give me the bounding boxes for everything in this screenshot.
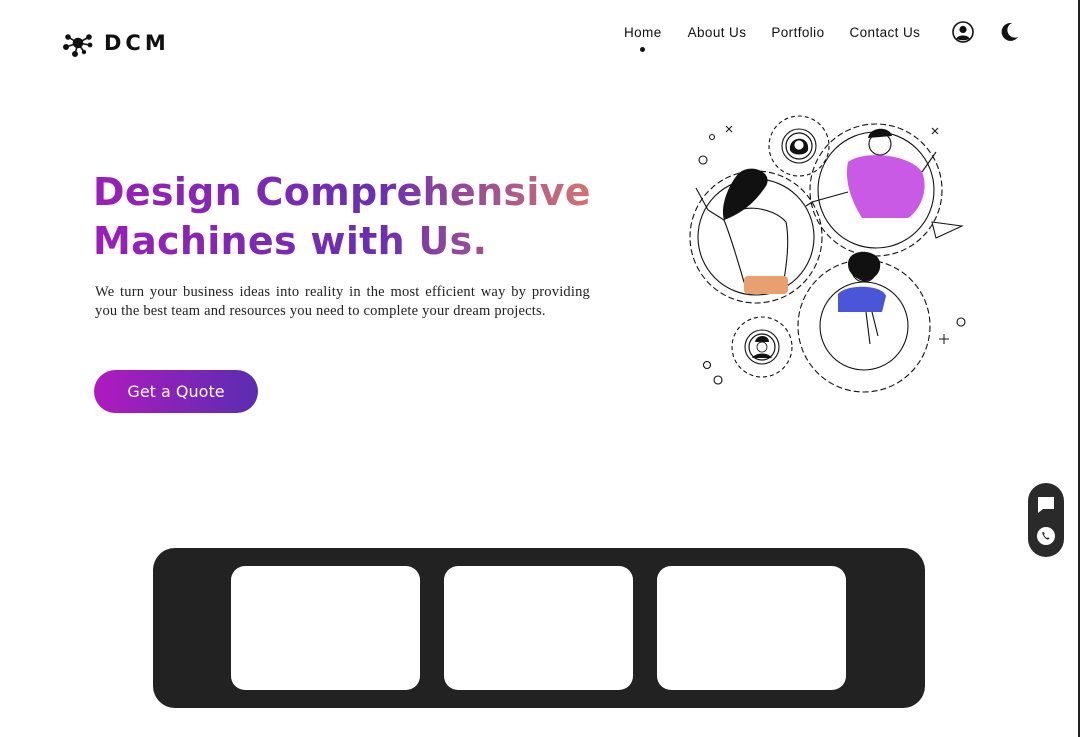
nav-about-us[interactable]: About Us xyxy=(688,24,747,40)
nav-contact-us[interactable]: Contact Us xyxy=(849,24,920,40)
molecule-icon xyxy=(62,34,93,57)
nav-portfolio[interactable]: Portfolio xyxy=(771,24,824,40)
cards-band xyxy=(153,548,925,708)
logo-text: DCM xyxy=(104,31,170,55)
main-nav: Home About Us Portfolio Contact Us xyxy=(624,24,920,52)
nav-portfolio-label: Portfolio xyxy=(771,25,825,40)
avatar-man xyxy=(748,333,776,361)
hero-title: Design Comprehensive Machines with Us. xyxy=(93,168,613,266)
avatar-woman xyxy=(785,132,813,160)
nav-contact-label: Contact Us xyxy=(849,25,921,40)
user-account-button[interactable] xyxy=(952,21,974,43)
logo[interactable]: DCM xyxy=(62,28,170,58)
chat-button[interactable] xyxy=(1036,496,1056,514)
active-indicator-dot xyxy=(640,47,646,52)
theme-toggle-button[interactable] xyxy=(999,21,1019,43)
nav-home-label: Home xyxy=(624,25,662,40)
team-gears-illustration xyxy=(689,115,966,393)
hero-title-line-2: Machines with Us. xyxy=(93,219,488,263)
hero-title-line-1: Design Comprehensive xyxy=(93,170,591,214)
get-a-quote-button[interactable]: Get a Quote xyxy=(94,370,258,413)
nav-about-label: About Us xyxy=(687,25,747,40)
user-circle-icon xyxy=(952,21,974,43)
nav-home[interactable]: Home xyxy=(624,24,662,52)
floating-contact-widget xyxy=(1028,483,1064,557)
moon-icon xyxy=(1001,22,1018,41)
feature-card[interactable] xyxy=(657,566,846,690)
whatsapp-button[interactable] xyxy=(1036,526,1056,546)
hero-description: We turn your business ideas into reality… xyxy=(95,284,590,319)
chat-bubble-icon xyxy=(1038,497,1054,513)
feature-card[interactable] xyxy=(444,566,633,690)
feature-card[interactable] xyxy=(231,566,420,690)
whatsapp-icon xyxy=(1037,527,1055,545)
